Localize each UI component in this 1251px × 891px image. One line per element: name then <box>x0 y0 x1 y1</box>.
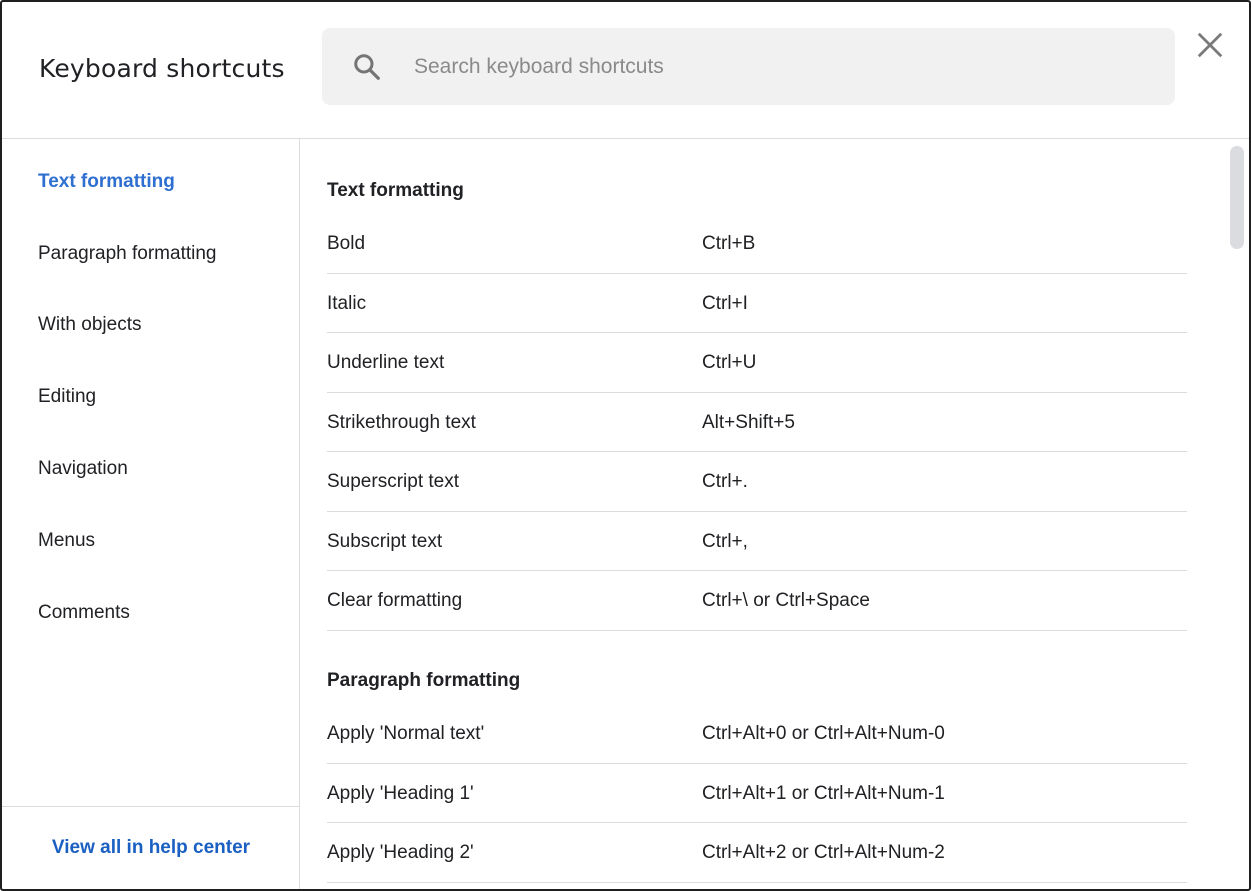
shortcut-keys: Ctrl+. <box>702 471 748 492</box>
keyboard-shortcuts-dialog: Keyboard shortcuts Text formatting Parag… <box>0 0 1251 891</box>
shortcut-action: Bold <box>327 233 366 254</box>
search-input[interactable] <box>414 28 1154 105</box>
sidebar-item-with-objects[interactable]: With objects <box>38 314 141 336</box>
shortcut-row: Apply 'Normal text' Ctrl+Alt+0 or Ctrl+A… <box>327 704 1187 764</box>
close-icon[interactable] <box>1195 30 1225 60</box>
sidebar-item-comments[interactable]: Comments <box>38 602 130 624</box>
search-box[interactable] <box>322 28 1175 105</box>
shortcut-action: Subscript text <box>327 530 443 552</box>
sidebar-footer: View all in help center <box>2 806 300 889</box>
shortcut-action: Italic <box>327 292 367 314</box>
shortcut-action: Underline text <box>327 352 445 373</box>
shortcut-keys: Ctrl+, <box>702 530 748 552</box>
dialog-title: Keyboard shortcuts <box>39 54 285 83</box>
shortcut-keys: Ctrl+Alt+0 or Ctrl+Alt+Num-0 <box>702 723 945 744</box>
shortcut-keys: Alt+Shift+5 <box>702 411 795 433</box>
shortcut-action: Apply 'Normal text' <box>327 723 485 744</box>
shortcut-keys: Ctrl+B <box>702 233 756 254</box>
view-all-help-center-link[interactable]: View all in help center <box>2 837 300 859</box>
shortcut-action: Strikethrough text <box>327 411 476 433</box>
sidebar: Text formatting Paragraph formatting Wit… <box>2 139 300 889</box>
shortcut-row: Subscript text Ctrl+, <box>327 512 1187 571</box>
shortcut-row: Apply 'Heading 1' Ctrl+Alt+1 or Ctrl+Alt… <box>327 764 1187 823</box>
shortcut-action: Apply 'Heading 1' <box>327 782 474 804</box>
section-title-text-formatting: Text formatting <box>327 180 464 201</box>
sidebar-item-editing[interactable]: Editing <box>38 386 96 408</box>
shortcut-keys: Ctrl+U <box>702 352 757 373</box>
section-title-paragraph-formatting: Paragraph formatting <box>327 670 521 691</box>
sidebar-item-text-formatting[interactable]: Text formatting <box>38 171 175 193</box>
dialog-header: Keyboard shortcuts <box>2 2 1249 139</box>
shortcuts-list: Text formatting Bold Ctrl+B Italic Ctrl+… <box>301 140 1249 889</box>
sidebar-item-paragraph-formatting[interactable]: Paragraph formatting <box>38 243 217 265</box>
shortcut-action: Apply 'Heading 2' <box>327 842 474 863</box>
shortcut-row: Clear formatting Ctrl+\ or Ctrl+Space <box>327 571 1187 631</box>
search-icon <box>354 54 380 80</box>
shortcut-action: Superscript text <box>327 471 459 492</box>
shortcut-row: Underline text Ctrl+U <box>327 333 1187 393</box>
shortcut-keys: Ctrl+I <box>702 292 748 314</box>
sidebar-item-navigation[interactable]: Navigation <box>38 458 128 480</box>
shortcut-action: Clear formatting <box>327 590 463 611</box>
shortcut-row: Strikethrough text Alt+Shift+5 <box>327 393 1187 452</box>
shortcut-keys: Ctrl+Alt+2 or Ctrl+Alt+Num-2 <box>702 842 945 863</box>
shortcut-row: Bold Ctrl+B <box>327 214 1187 274</box>
scrollbar-thumb[interactable] <box>1230 146 1244 249</box>
shortcut-row: Italic Ctrl+I <box>327 274 1187 333</box>
shortcut-row: Superscript text Ctrl+. <box>327 452 1187 512</box>
shortcut-keys: Ctrl+Alt+1 or Ctrl+Alt+Num-1 <box>702 782 945 804</box>
shortcut-row: Apply 'Heading 2' Ctrl+Alt+2 or Ctrl+Alt… <box>327 823 1187 883</box>
shortcut-keys: Ctrl+\ or Ctrl+Space <box>702 590 870 611</box>
sidebar-item-menus[interactable]: Menus <box>38 530 95 552</box>
